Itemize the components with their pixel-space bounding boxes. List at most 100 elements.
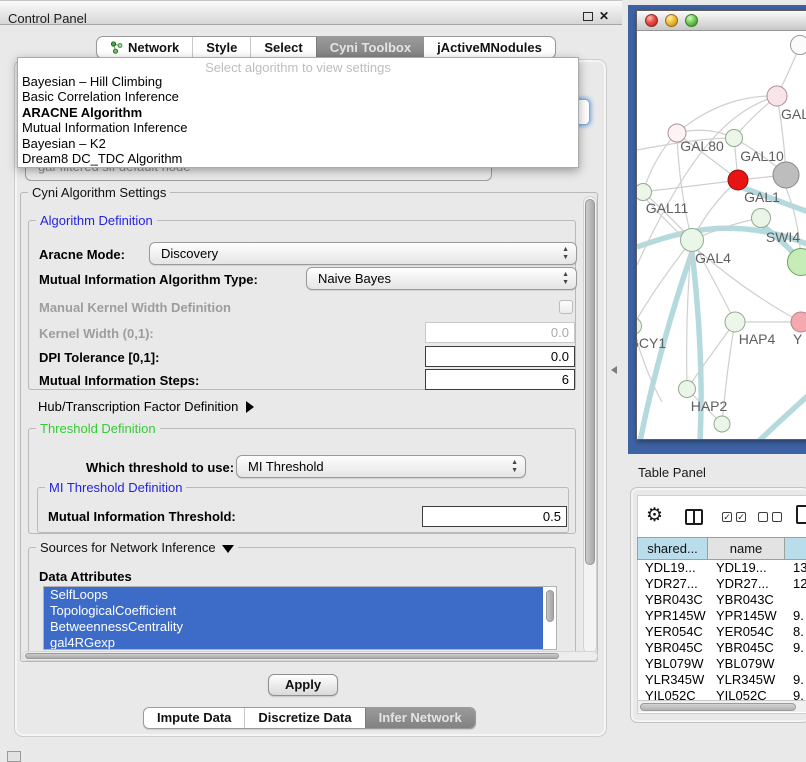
float-window-icon[interactable] [583,12,593,21]
network-canvas[interactable]: GALGAL80GAL10GAL1GAL11SWI4GAL4GCY1HAP4YH… [637,31,806,439]
stepper-arrows-icon: ▲▼ [562,271,569,286]
network-node-gal10[interactable] [726,130,743,147]
network-node-label: GCY1 [637,335,666,351]
splitter-collapse-icon[interactable] [611,366,617,374]
top-tab-bar: Network Style Select Cyni Toolbox jActiv… [96,36,556,59]
scrollbar-thumb[interactable] [640,703,796,711]
close-icon[interactable]: ✕ [599,9,609,23]
control-panel-title-bar: Control Panel ✕ [0,0,622,25]
network-icon [110,41,123,54]
algorithm-option[interactable]: Mutual Information Inference [18,120,578,135]
network-node-gal4[interactable] [681,229,704,252]
minimize-traffic-light-icon[interactable] [665,14,678,27]
network-node-gal[interactable] [767,86,787,106]
network-node[interactable] [714,416,730,432]
network-node-gal11[interactable] [637,184,652,201]
network-edge-thick [758,390,806,439]
tab-infer-network[interactable]: Infer Network [365,708,475,728]
dpi-tolerance-field[interactable]: 0.0 [425,346,575,367]
table-row[interactable]: YDR27...YDR27...12 [637,576,806,592]
apply-button[interactable]: Apply [268,674,338,696]
columns-icon[interactable] [685,509,703,525]
gear-icon[interactable]: ⚙ [646,504,663,527]
data-attributes-list: SelfLoopsTopologicalCoefficientBetweenne… [43,586,557,650]
algorithm-option[interactable]: Bayesian – Hill Climbing [18,74,578,89]
network-node-label: GAL1 [744,189,780,205]
attribute-list-item[interactable]: BetweennessCentrality [44,619,543,635]
file-icon[interactable] [796,505,806,524]
network-edge [643,180,738,192]
network-node-gcy1[interactable] [637,318,642,335]
table-row[interactable]: YBL079WYBL079W [637,656,806,672]
tab-network[interactable]: Network [97,37,192,58]
zoom-traffic-light-icon[interactable] [685,14,698,27]
network-node-label: GAL4 [695,250,731,266]
tab-select[interactable]: Select [250,37,315,58]
dropdown-placeholder: Select algorithm to view settings [18,58,578,74]
tab-jactivemnodules[interactable]: jActiveMNodules [424,37,555,58]
settings-vertical-scrollbar[interactable] [583,196,597,654]
network-node-label: GAL10 [740,148,784,164]
attr-items-holder: SelfLoopsTopologicalCoefficientBetweenne… [44,587,556,650]
bottom-tab-bar: Impute Data Discretize Data Infer Networ… [143,707,476,729]
column-header-name[interactable]: name [708,537,785,560]
network-node-y[interactable] [791,312,806,332]
select-all-checked-icon[interactable]: ✓ [722,512,732,522]
table-row[interactable]: YBR045CYBR045C9. [637,640,806,656]
network-node-hap4[interactable] [725,312,745,332]
mi-threshold-group: MI Threshold Definition Mutual Informati… [37,487,569,533]
table-row[interactable]: YDL19...YDL19...13 [637,560,806,576]
column-header-shared[interactable]: shared... [637,537,708,560]
kernel-width-field[interactable]: 0.0 [425,322,575,343]
tab-cyni-toolbox[interactable]: Cyni Toolbox [316,37,424,58]
tab-discretize-data[interactable]: Discretize Data [244,708,364,728]
table-row[interactable]: YBR043CYBR043C [637,592,806,608]
algorithm-definition-title: Algorithm Definition [36,213,157,228]
sources-title[interactable]: Sources for Network Inference [36,540,238,555]
attribute-list-item[interactable]: SelfLoops [44,587,543,603]
table-row[interactable]: YER054CYER054C8. [637,624,806,640]
network-node-gal1[interactable] [728,170,748,190]
aracne-mode-combo[interactable]: Discovery ▲▼ [149,242,577,265]
manual-kernel-checkbox[interactable] [559,300,573,314]
mi-threshold-field[interactable]: 0.5 [422,506,567,527]
list-scrollbar-thumb[interactable] [546,590,554,622]
which-threshold-combo[interactable]: MI Threshold ▲▼ [236,455,526,478]
deselect-all-icon[interactable] [772,512,782,522]
table-row[interactable]: YLR345WYLR345W9. [637,672,806,688]
settings-group-title: Cyni Algorithm Settings [28,185,170,200]
tab-impute-data[interactable]: Impute Data [144,708,244,728]
hub-definition-expander[interactable]: Hub/Transcription Factor Definition [38,399,254,414]
network-window-titlebar[interactable] [637,11,806,31]
select-all-checked-icon[interactable]: ✓ [736,512,746,522]
table-horizontal-scrollbar[interactable] [638,700,806,712]
table-row[interactable]: YPR145WYPR145W9. [637,608,806,624]
algorithm-option[interactable]: Bayesian – K2 [18,136,578,151]
network-graph: GALGAL80GAL10GAL1GAL11SWI4GAL4GCY1HAP4YH… [637,31,806,439]
network-node-swi4[interactable] [752,209,771,228]
table-body: YDL19...YDL19...13YDR27...YDR27...12YBR0… [637,560,806,704]
attribute-list-item[interactable]: gal4RGexp [44,635,543,650]
tab-style[interactable]: Style [192,37,250,58]
algorithm-option[interactable]: ARACNE Algorithm [18,105,578,120]
column-header-partial[interactable] [785,537,806,560]
close-traffic-light-icon[interactable] [645,14,658,27]
algorithm-option[interactable]: Dream8 DC_TDC Algorithm [18,151,578,166]
mi-steps-field[interactable]: 6 [425,369,575,390]
network-node[interactable] [791,36,806,55]
scrollbar-thumb[interactable] [585,199,595,565]
algorithm-option[interactable]: Basic Correlation Inference [18,89,578,104]
attribute-list-item[interactable]: TopologicalCoefficient [44,603,543,619]
manual-kernel-label: Manual Kernel Width Definition [39,300,231,315]
dpi-tolerance-label: DPI Tolerance [0,1]: [39,350,159,365]
network-node-hap2[interactable] [679,381,696,398]
mi-steps-label: Mutual Information Steps: [39,373,199,388]
scrollbar-thumb[interactable] [25,653,559,659]
which-threshold-label: Which threshold to use: [86,460,234,475]
bottom-left-widget[interactable] [7,751,21,762]
settings-horizontal-scrollbar[interactable] [22,651,598,661]
mi-type-combo[interactable]: Naive Bayes ▲▼ [306,267,577,290]
threshold-definition-group: Threshold Definition Which threshold to … [28,428,576,534]
network-node[interactable] [773,162,799,188]
deselect-all-icon[interactable] [758,512,768,522]
